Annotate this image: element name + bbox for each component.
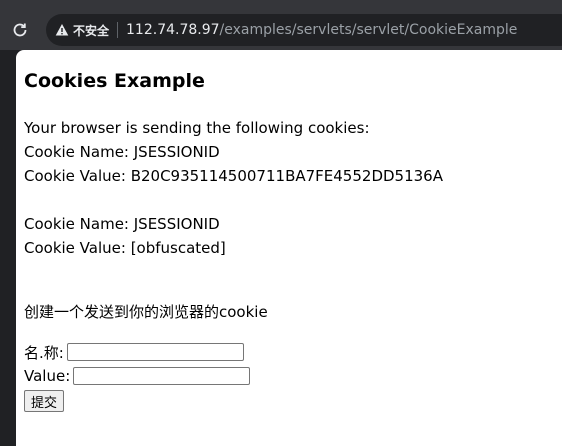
url-path: /examples/servlets/servlet/CookieExample [219,22,518,38]
cookie-name-line: Cookie Name: JSESSIONID [24,215,220,233]
url-text[interactable]: 112.74.78.97/examples/servlets/servlet/C… [126,22,517,38]
value-row: Value: [24,364,251,388]
create-cookie-text: 创建一个发送到你的浏览器的cookie [24,303,268,321]
warning-icon[interactable] [55,23,69,37]
name-row: 名.称: [24,340,250,364]
browser-toolbar: 不安全 112.74.78.97/examples/servlets/servl… [0,0,562,50]
name-label: 名.称: [24,343,64,362]
intro-text: Your browser is sending the following co… [24,119,370,137]
cookie-value-line: Cookie Value: B20C935114500711BA7FE4552D… [24,167,443,185]
cookie-form: 名.称: Value: 提交 [24,340,251,412]
url-host: 112.74.78.97 [126,22,220,38]
address-divider [117,22,119,38]
value-label: Value: [24,367,71,385]
cookie-value-line: Cookie Value: [obfuscated] [24,239,226,257]
reload-icon[interactable] [10,20,30,40]
cookie-name-line: Cookie Name: JSESSIONID [24,143,220,161]
address-bar[interactable]: 不安全 112.74.78.97/examples/servlets/servl… [46,14,562,46]
cookie-list: Your browser is sending the following co… [24,116,443,260]
page-content: Cookies Example Your browser is sending … [16,50,562,446]
cookie-name-input[interactable] [66,343,244,361]
page-title: Cookies Example [24,70,205,92]
cookie-value-input[interactable] [73,367,251,385]
security-status-label[interactable]: 不安全 [73,22,109,39]
submit-button[interactable]: 提交 [24,390,65,412]
